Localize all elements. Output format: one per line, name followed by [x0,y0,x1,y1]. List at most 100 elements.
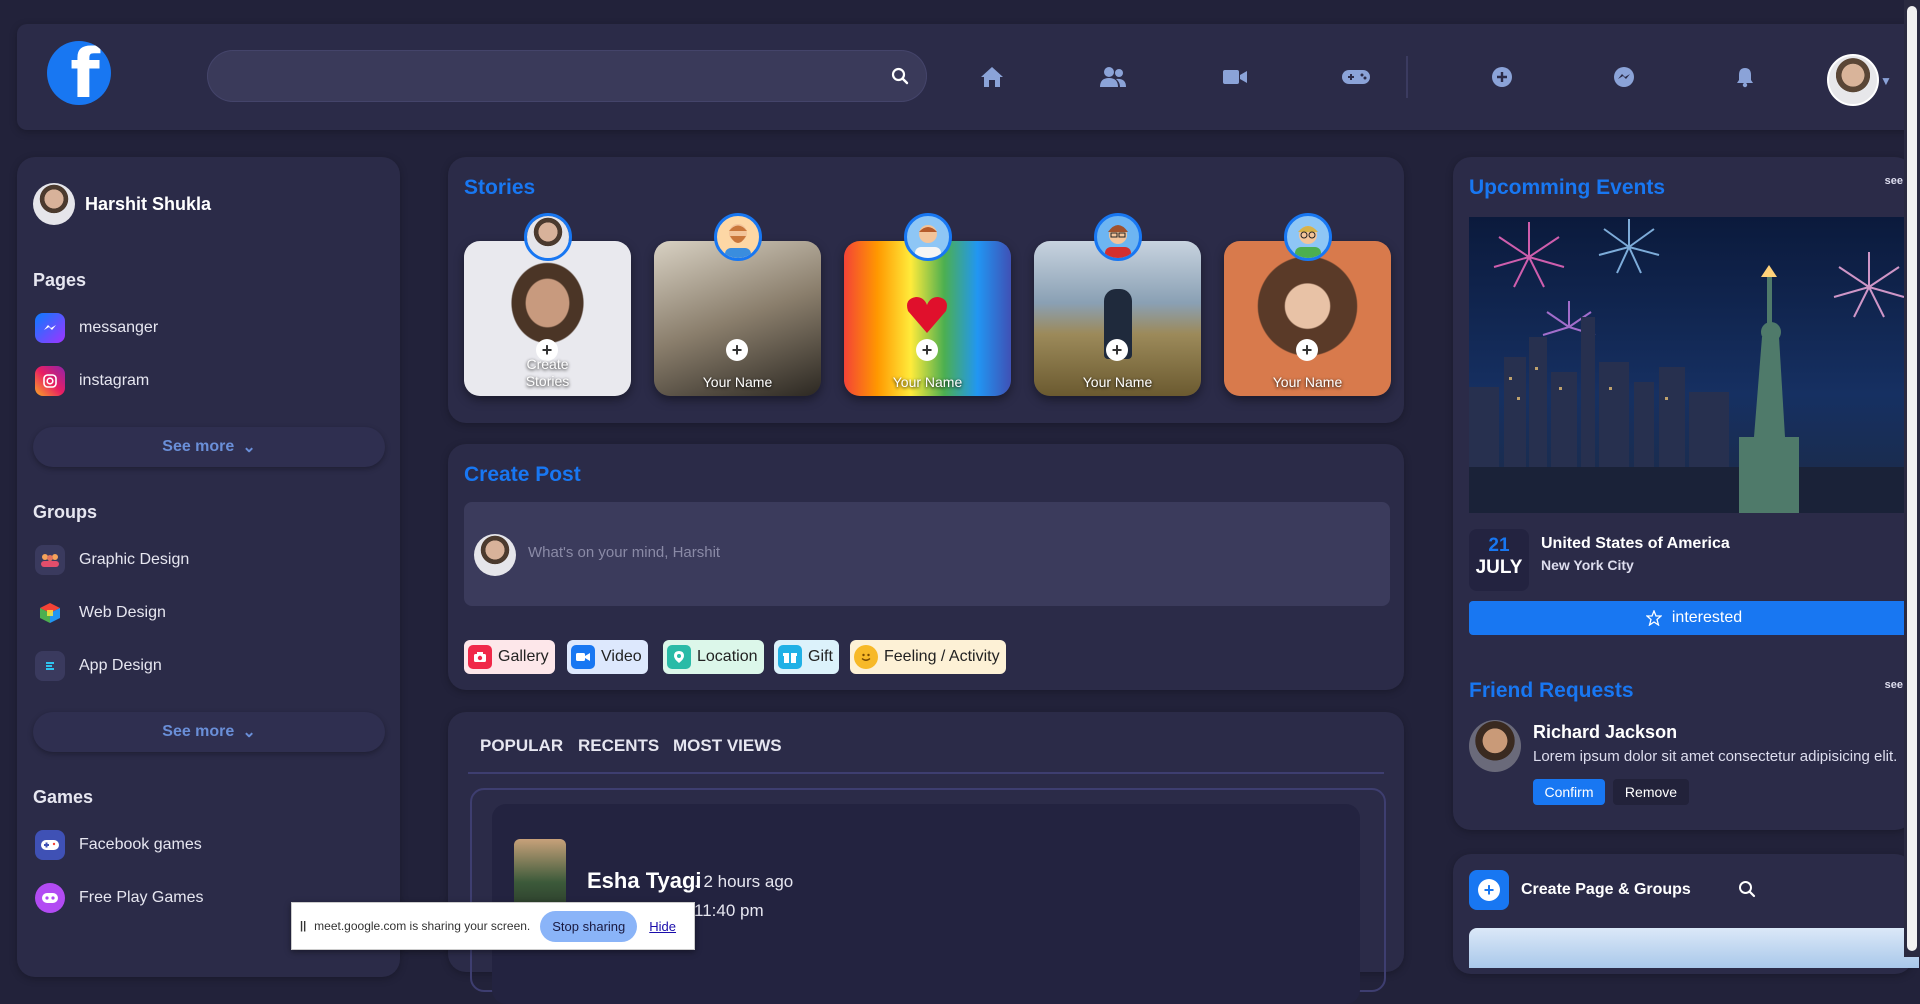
event-city: New York City [1541,557,1634,573]
interested-label: interested [1671,609,1743,626]
facebook-logo[interactable]: f [47,41,111,105]
chevron-down-icon[interactable]: ▼ [1880,74,1892,88]
see-more-label: See more [162,723,235,740]
story-card[interactable]: + Your Name [654,241,821,396]
remove-button[interactable]: Remove [1613,779,1689,805]
add-icon[interactable] [1487,62,1517,92]
groups-see-more-button[interactable]: See more ⌄ [33,712,385,752]
friend-request-text: Lorem ipsum dolor sit amet consectetur a… [1533,748,1898,765]
bell-icon[interactable] [1730,62,1760,92]
sidebar-item-label: Web Design [79,604,166,621]
story-label: Stories [525,373,570,389]
gallery-button[interactable]: Gallery [464,640,555,674]
friend-request-name[interactable]: Richard Jackson [1533,722,1677,743]
friend-requests-see-all[interactable]: see [1885,679,1903,691]
story-label: Your Name [702,374,773,390]
post-subline: 11:40 pm [694,901,764,920]
plus-icon: + [1478,879,1500,901]
sidebar-item-label: instagram [79,372,150,389]
profile-avatar[interactable] [1827,54,1879,106]
profile-link[interactable]: Harshit Shukla [33,183,211,225]
interested-button[interactable]: interested [1469,601,1913,635]
scrollbar-thumb[interactable] [1907,6,1917,951]
create-post-title: Create Post [464,463,581,486]
home-icon[interactable] [977,62,1007,92]
create-post-card: Create Post What's on your mind, Harshit… [448,444,1404,690]
hide-link[interactable]: Hide [649,919,676,934]
story-card[interactable]: + Your Name [844,241,1011,396]
gaming-icon[interactable] [1341,62,1371,92]
video-icon[interactable] [1220,62,1250,92]
sidebar-item-instagram[interactable]: instagram [35,366,149,396]
post-time: . 2 hours ago [694,872,794,891]
messenger-icon [35,313,65,343]
pause-icon: || [300,920,307,932]
screen-share-bar: || meet.google.com is sharing your scree… [291,902,695,950]
event-image[interactable] [1469,217,1913,513]
sidebar-item-messenger[interactable]: messanger [35,313,158,343]
confirm-button[interactable]: Confirm [1533,779,1605,805]
smile-icon [854,645,878,669]
sidebar-item-app-design[interactable]: App Design [35,651,162,681]
event-day: 21 [1488,535,1510,556]
create-page-button[interactable]: + [1469,870,1509,910]
post-author-name[interactable]: Esha Tyagi [587,868,702,894]
plus-icon[interactable]: + [726,339,748,361]
story-card-create[interactable]: + Create Stories [464,241,631,396]
story-avatar [1284,213,1332,261]
sidebar-item-label: App Design [79,657,162,674]
story-avatar [1094,213,1142,261]
star-icon [1645,610,1662,626]
sidebar-item-facebook-games[interactable]: Facebook games [35,830,202,860]
events-card: Upcomming Events see 21 JULY United Stat… [1453,157,1913,830]
friend-requests-title: Friend Requests [1469,679,1634,702]
sidebar-item-web-design[interactable]: Web Design [35,598,166,628]
stories-card: Stories + Create Stories + Your Name + Yo… [448,157,1404,423]
plus-icon[interactable]: + [916,339,938,361]
chevron-down-icon: ⌄ [242,724,256,741]
video-icon [571,645,595,669]
tab-recents[interactable]: RECENTS [578,736,659,756]
avatar [474,534,516,576]
avatar[interactable] [1469,720,1521,772]
left-sidebar: Harshit Shukla Pages messanger instagram… [17,157,400,977]
post-input[interactable]: What's on your mind, Harshit [464,502,1390,606]
location-button[interactable]: Location [663,640,764,674]
plus-icon[interactable]: + [1296,339,1318,361]
sidebar-item-graphic-design[interactable]: Graphic Design [35,545,189,575]
story-avatar [524,213,572,261]
story-card[interactable]: + Your Name [1224,241,1391,396]
events-see-all[interactable]: see [1885,175,1903,187]
create-page-groups-card: + Create Page & Groups [1453,854,1919,974]
group-icon [35,545,65,575]
video-button[interactable]: Video [567,640,648,674]
tab-most-views[interactable]: MOST VIEWS [673,736,782,756]
sidebar-item-label: Graphic Design [79,551,190,568]
pages-title: Pages [33,270,87,290]
story-label: Create [526,356,569,372]
games-title: Games [33,787,94,807]
scrollbar[interactable] [1904,0,1920,957]
gamepad-icon [35,830,65,860]
friends-icon[interactable] [1098,62,1128,92]
messenger-icon[interactable] [1609,62,1639,92]
sidebar-item-free-play-games[interactable]: Free Play Games [35,883,203,913]
gift-button[interactable]: Gift [774,640,839,674]
search-icon[interactable] [891,67,909,85]
action-label: Location [697,648,758,665]
events-title: Upcomming Events [1469,176,1666,199]
pages-see-more-button[interactable]: See more ⌄ [33,427,385,467]
story-label: Your Name [892,374,963,390]
chevron-down-icon: ⌄ [242,439,256,456]
see-more-label: See more [162,438,235,455]
stop-sharing-button[interactable]: Stop sharing [540,910,638,942]
feeling-activity-button[interactable]: Feeling / Activity [850,640,1006,674]
search-input[interactable] [207,50,927,102]
post-author-photo[interactable] [514,839,566,911]
share-message: meet.google.com is sharing your screen. [314,919,531,933]
story-label: Your Name [1272,374,1343,390]
story-card[interactable]: + Your Name [1034,241,1201,396]
search-icon[interactable] [1738,880,1756,898]
tab-popular[interactable]: POPULAR [480,736,563,756]
plus-icon[interactable]: + [1106,339,1128,361]
